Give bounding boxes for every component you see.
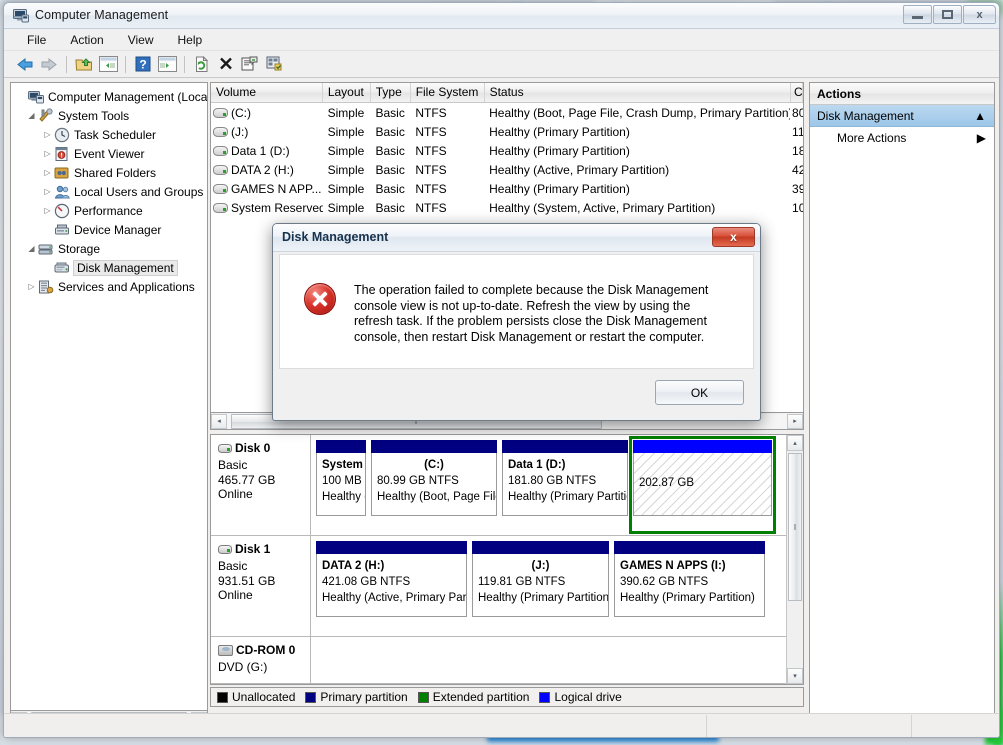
computer-management-window: Computer Management x File Action View H… [3, 2, 1000, 738]
dialog-titlebar[interactable]: Disk Management x [273, 224, 760, 252]
dialog-title: Disk Management [282, 230, 389, 244]
dialog-footer: OK [279, 370, 754, 415]
dialog-message: The operation failed to complete because… [354, 283, 709, 344]
ok-button[interactable]: OK [655, 380, 744, 405]
dialog-body: The operation failed to complete because… [279, 254, 754, 369]
dialog-close-button[interactable]: x [712, 227, 755, 247]
dialog-overlay: Disk Management x The operation failed t… [4, 3, 999, 737]
disk-management-error-dialog: Disk Management x The operation failed t… [272, 223, 761, 421]
error-icon [304, 283, 336, 315]
